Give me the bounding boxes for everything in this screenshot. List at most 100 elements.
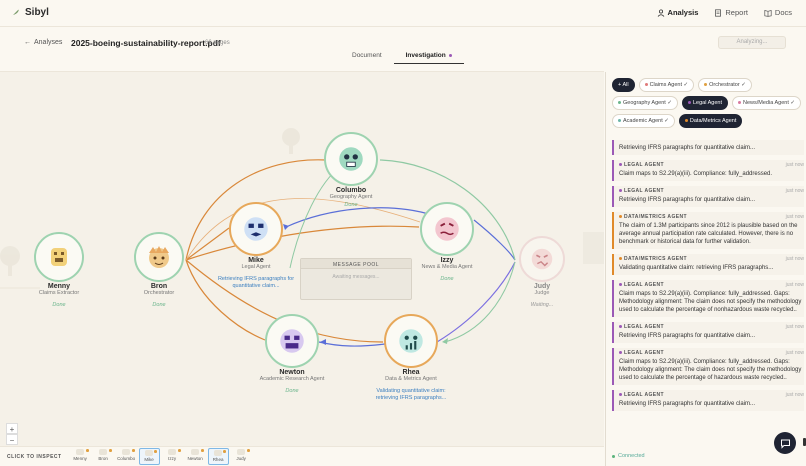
- badge-dot: [178, 449, 181, 452]
- brand[interactable]: Sibyl: [10, 7, 49, 18]
- inspect-chip-mike[interactable]: Mike: [138, 448, 160, 465]
- nav-analysis[interactable]: Analysis: [657, 8, 698, 17]
- book-icon: [764, 9, 772, 17]
- agent-judy[interactable]: Judy Judge Waiting...: [497, 236, 587, 308]
- feed-entry: LEGAL AGENT just now Retrieving IFRS para…: [612, 390, 804, 411]
- mike-icon: [244, 217, 268, 241]
- newton-icon: [280, 329, 304, 353]
- filter-legal-agent[interactable]: Legal Agent: [681, 96, 729, 110]
- feed-entry: Retrieving IFRS paragraphs for quantitat…: [612, 140, 804, 155]
- filter-academic-agent[interactable]: Academic Agent ✓: [612, 114, 675, 128]
- inspect-chip-rhea[interactable]: Rhea: [207, 448, 229, 465]
- badge-dot: [109, 449, 112, 452]
- tab-document[interactable]: Document: [340, 52, 394, 64]
- filter-claims-agent[interactable]: Claims Agent ✓: [638, 78, 695, 92]
- arrow-left-icon: ←: [24, 39, 31, 46]
- agent-avatar: [34, 232, 84, 282]
- feed-entry: LEGAL AGENT just now Claim maps to S2.29(…: [612, 348, 804, 385]
- agent-avatar: [134, 232, 184, 282]
- nav-docs[interactable]: Docs: [764, 8, 792, 17]
- feed-entry: DATA/METRICS AGENT just now The claim of …: [612, 212, 804, 249]
- columbo-icon: [339, 147, 363, 171]
- nav-report[interactable]: Report: [714, 8, 748, 17]
- filter-news-media-agent[interactable]: News/Media Agent ✓: [732, 96, 802, 110]
- agent-avatar: [229, 202, 283, 256]
- bron-icon: [149, 246, 169, 268]
- agent-avatar: [519, 236, 565, 282]
- agent-avatar: [324, 132, 378, 186]
- feed-entry: LEGAL AGENT just now Claim maps to S2.29(…: [612, 280, 804, 317]
- inspect-chip-judy[interactable]: Judy: [231, 448, 252, 465]
- feather-logo-icon: [11, 9, 19, 17]
- izzy-icon: [435, 217, 459, 241]
- activity-dot-icon: [448, 53, 452, 57]
- inspect-bar: CLICK TO INSPECT Menny Bron Columbo Mike…: [0, 446, 604, 466]
- menny-icon: [51, 248, 67, 266]
- inspect-chip-newton[interactable]: Newton: [185, 448, 206, 465]
- zoom-controls: + −: [6, 423, 18, 445]
- top-bar: Sibyl Analysis Report Docs: [0, 0, 806, 27]
- inspect-chip-menny[interactable]: Menny: [70, 448, 91, 465]
- top-nav: Analysis Report Docs: [657, 8, 792, 17]
- badge-dot: [247, 449, 250, 452]
- agent-rhea[interactable]: Rhea Data & Metrics Agent Validating qua…: [366, 314, 456, 402]
- agent-filters: + All Claims Agent ✓ Orchestrator ✓ Geog…: [606, 72, 806, 128]
- message-pool-title: MESSAGE POOL: [301, 259, 411, 269]
- agent-izzy[interactable]: Izzy News & Media Agent Done: [402, 202, 492, 282]
- activity-feed[interactable]: Retrieving IFRS paragraphs for quantitat…: [612, 140, 804, 448]
- agent-menny[interactable]: Menny Claims Extractor Done: [14, 232, 104, 308]
- back-to-analyses-link[interactable]: ← Analyses: [24, 39, 62, 46]
- connection-status: Connected: [612, 453, 645, 459]
- agent-mike[interactable]: Mike Legal Agent Retrieving IFRS paragra…: [211, 202, 301, 290]
- user-icon: [657, 8, 664, 17]
- document-icon: [715, 8, 722, 17]
- activity-panel: + All Claims Agent ✓ Orchestrator ✓ Geog…: [605, 72, 806, 466]
- feed-entry: LEGAL AGENT just now Retrieving IFRS para…: [612, 322, 804, 343]
- feed-entry: DATA/METRICS AGENT just now Validating qu…: [612, 254, 804, 275]
- inspect-chip-izzy[interactable]: Izzy: [162, 448, 183, 465]
- agent-bron[interactable]: Bron Orchestrator Done: [114, 232, 204, 308]
- badge-dot: [223, 450, 226, 453]
- zoom-in-button[interactable]: +: [6, 423, 18, 434]
- filter-orchestrator[interactable]: Orchestrator ✓: [698, 78, 752, 92]
- page-count: 66 pages: [205, 40, 230, 46]
- analyzing-button[interactable]: Analyzing...: [718, 36, 786, 49]
- investigation-canvas[interactable]: Menny Claims Extractor Done Bron Orchest…: [0, 72, 604, 446]
- filter-all[interactable]: + All: [612, 78, 635, 92]
- mini-avatar-icon: [99, 449, 108, 455]
- filter-data-metrics-agent[interactable]: Data/Metrics Agent: [678, 114, 743, 128]
- mini-avatar-icon: [145, 450, 154, 456]
- document-filename: 2025-boeing-sustainability-report.pdf: [71, 38, 221, 48]
- mini-avatar-icon: [168, 449, 177, 455]
- agent-avatar: [265, 314, 319, 368]
- mini-avatar-icon: [191, 449, 200, 455]
- inspect-chip-bron[interactable]: Bron: [93, 448, 114, 465]
- mini-avatar-icon: [237, 449, 246, 455]
- zoom-out-button[interactable]: −: [6, 434, 18, 445]
- badge-dot: [132, 449, 135, 452]
- status-dot-icon: [612, 454, 615, 458]
- view-tabs: Document Investigation: [340, 52, 464, 64]
- feed-entry: LEGAL AGENT just now Retrieving IFRS para…: [612, 186, 804, 207]
- judy-icon: [531, 248, 553, 270]
- badge-dot: [154, 450, 157, 453]
- agent-avatar: [420, 202, 474, 256]
- mini-avatar-icon: [214, 450, 223, 456]
- rhea-icon: [399, 329, 423, 353]
- filter-geography-agent[interactable]: Geography Agent ✓: [612, 96, 678, 110]
- badge-dot: [86, 449, 89, 452]
- feed-entry: LEGAL AGENT just now Claim maps to S2.29(…: [612, 160, 804, 181]
- badge-dot: [201, 449, 204, 452]
- brand-name: Sibyl: [25, 7, 49, 18]
- message-pool-body: Awaiting messages...: [332, 274, 380, 280]
- chat-bubble-icon: [780, 439, 790, 449]
- inspect-label: CLICK TO INSPECT: [7, 453, 62, 460]
- agent-newton[interactable]: Newton Academic Research Agent Done: [247, 314, 337, 394]
- message-pool[interactable]: MESSAGE POOL Awaiting messages...: [300, 258, 412, 300]
- tab-investigation[interactable]: Investigation: [393, 52, 464, 64]
- mini-avatar-icon: [122, 449, 131, 455]
- mini-avatar-icon: [76, 449, 85, 455]
- inspect-chip-columbo[interactable]: Columbo: [116, 448, 137, 465]
- chat-button[interactable]: [774, 432, 796, 454]
- agent-columbo[interactable]: Columbo Geography Agent Done: [306, 132, 396, 208]
